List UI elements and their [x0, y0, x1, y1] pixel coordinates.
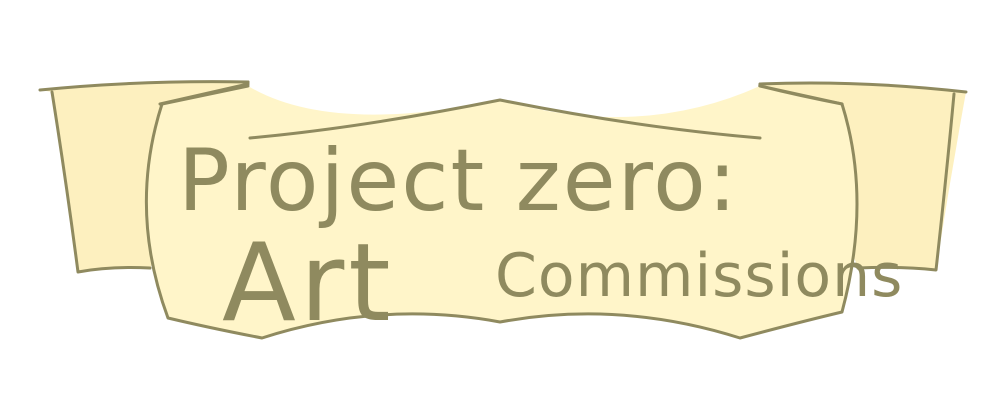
banner-image: Project zero: Art Commissions: [0, 0, 1000, 400]
ribbon-banner: Project zero: Art Commissions: [38, 80, 968, 346]
banner-title-line1: Project zero:: [178, 131, 739, 231]
banner-title-art: Art: [222, 221, 395, 346]
banner-title-commissions: Commissions: [495, 241, 903, 311]
